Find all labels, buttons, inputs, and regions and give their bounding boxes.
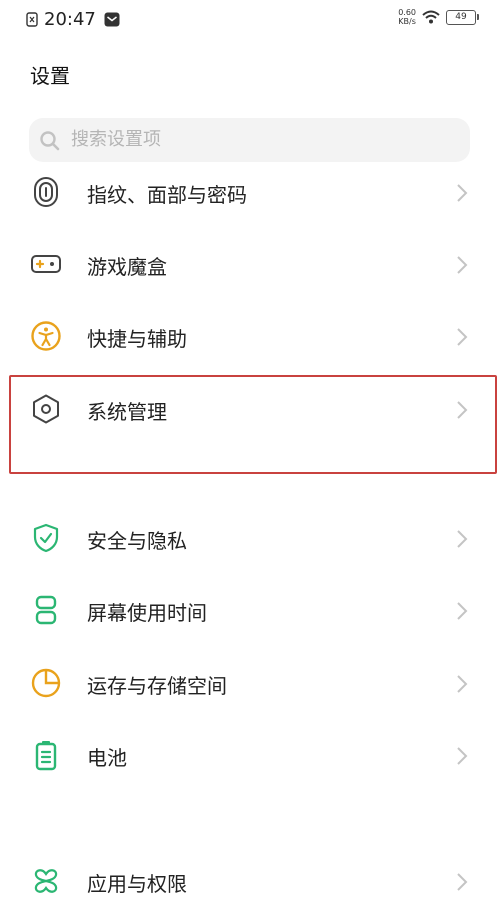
search-icon <box>40 131 60 151</box>
settings-item-label: 安全与隐私 <box>87 529 187 553</box>
chevron-right-icon <box>457 328 468 346</box>
clock: 20:47 <box>44 9 96 30</box>
settings-item-label: 系统管理 <box>87 400 167 424</box>
status-bar-left: 20:47 <box>26 9 120 30</box>
settings-item-label: 应用与权限 <box>87 872 187 896</box>
chevron-right-icon <box>457 747 468 765</box>
battery-level: 49 <box>455 11 467 22</box>
battery-icon <box>35 741 57 771</box>
status-bar-right: 0.60 KB/s 49 <box>398 8 479 26</box>
chevron-right-icon <box>457 256 468 274</box>
apps-icon <box>34 869 58 893</box>
pie-chart-icon <box>31 668 61 698</box>
settings-item-accessibility[interactable]: 快捷与辅助 <box>0 307 500 367</box>
network-speed-value: 0.60 <box>398 8 416 17</box>
hexagon-settings-icon <box>33 394 59 424</box>
chevron-right-icon <box>457 675 468 693</box>
settings-item-label: 游戏魔盒 <box>87 255 167 279</box>
settings-item-label: 运存与存储空间 <box>87 674 227 698</box>
settings-item-fingerprint[interactable]: 指纹、面部与密码 <box>0 163 500 223</box>
settings-item-security[interactable]: 安全与隐私 <box>0 509 500 569</box>
settings-item-screen-time[interactable]: 屏幕使用时间 <box>0 581 500 641</box>
wifi-icon <box>422 10 440 24</box>
settings-item-system-management[interactable]: 系统管理 <box>0 380 500 440</box>
chevron-right-icon <box>457 530 468 548</box>
settings-item-label: 屏幕使用时间 <box>87 601 207 625</box>
gamepad-icon <box>31 255 61 273</box>
chevron-right-icon <box>457 401 468 419</box>
notification-icon <box>26 12 38 27</box>
shield-icon <box>33 523 59 553</box>
settings-item-apps[interactable]: 应用与权限 <box>0 852 500 912</box>
message-app-icon <box>104 12 120 27</box>
settings-item-label: 快捷与辅助 <box>87 327 187 351</box>
chevron-right-icon <box>457 873 468 891</box>
accessibility-icon <box>31 321 61 351</box>
search-bar[interactable] <box>29 118 470 162</box>
battery-indicator: 49 <box>446 9 479 25</box>
settings-item-label: 电池 <box>87 746 127 770</box>
settings-item-game[interactable]: 游戏魔盒 <box>0 235 500 295</box>
chevron-right-icon <box>457 602 468 620</box>
settings-item-label: 指纹、面部与密码 <box>87 183 247 207</box>
search-input[interactable] <box>71 118 451 162</box>
settings-item-storage[interactable]: 运存与存储空间 <box>0 654 500 714</box>
page-title: 设置 <box>30 64 70 88</box>
fingerprint-icon <box>34 177 58 207</box>
status-bar: 20:47 0.60 KB/s 49 <box>0 0 500 40</box>
settings-item-battery[interactable]: 电池 <box>0 726 500 786</box>
network-speed-unit: KB/s <box>398 17 416 26</box>
chevron-right-icon <box>457 184 468 202</box>
hourglass-icon <box>35 595 57 625</box>
network-speed: 0.60 KB/s <box>398 8 416 26</box>
